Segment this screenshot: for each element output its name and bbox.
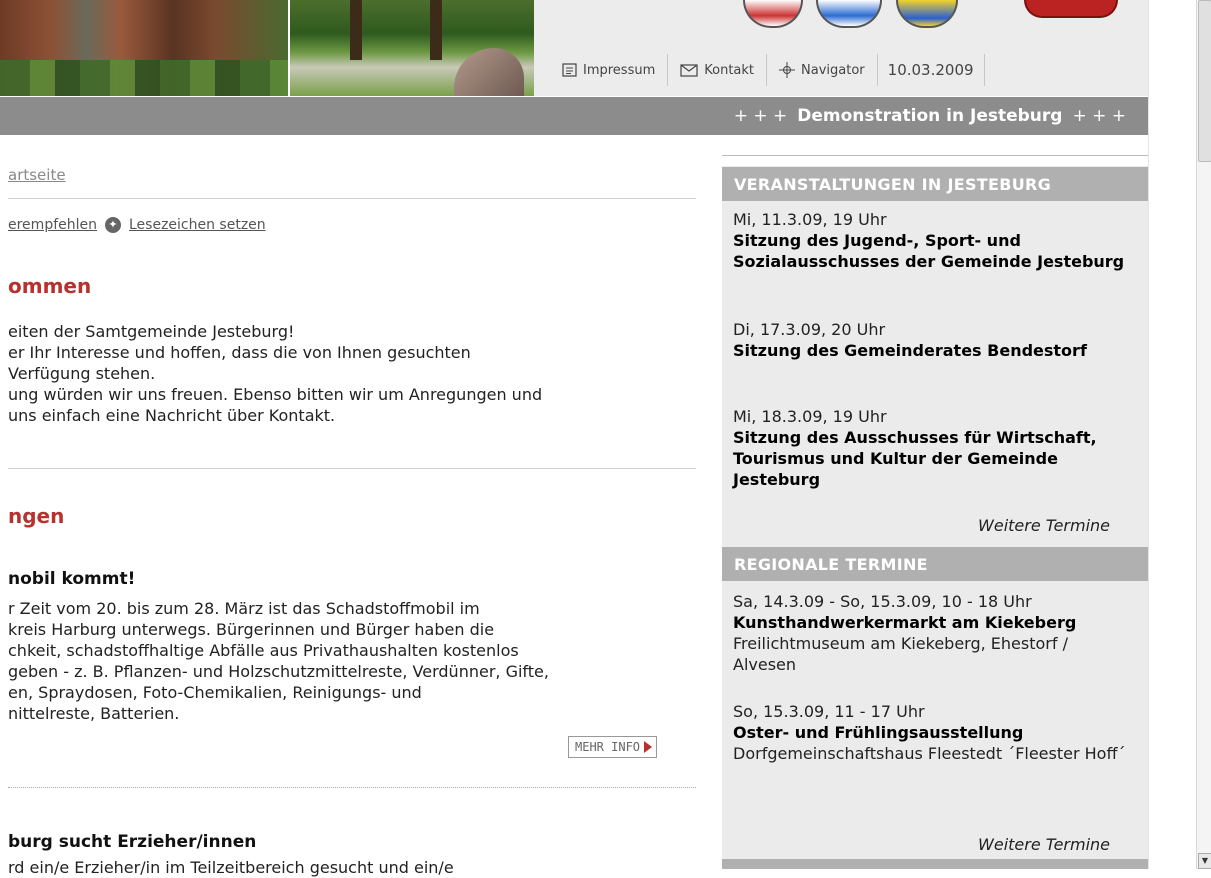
welcome-line: Verfügung stehen. (8, 364, 156, 383)
divider (8, 198, 696, 199)
article-title[interactable]: nobil kommt! (8, 569, 135, 589)
header-photo-rock (454, 48, 524, 96)
impressum-label: Impressum (583, 62, 656, 78)
crosshair-icon (779, 62, 796, 78)
header-right-panel: Impressum Kontakt Navigator 10.03.2009 (534, 0, 1148, 96)
navigator-link[interactable]: Navigator (767, 54, 878, 86)
page-edge-line (1148, 0, 1149, 869)
welcome-text: eiten der Samtgemeinde Jesteburg! er Ihr… (8, 321, 698, 426)
crest-icon[interactable] (743, 0, 803, 28)
welcome-line: eiten der Samtgemeinde Jesteburg! (8, 322, 295, 341)
news-heading: ngen (8, 504, 65, 528)
welcome-line: uns einfach eine Nachricht über Kontakt. (8, 406, 336, 425)
regional-item[interactable]: Sa, 14.3.09 - So, 15.3.09, 10 - 18 Uhr K… (733, 591, 1133, 675)
more-info-label: MEHR INFO (575, 740, 641, 754)
bookmark-link[interactable]: Lesezeichen setzen (129, 217, 266, 233)
events-heading: VERANSTALTUNGEN IN JESTEBURG (722, 167, 1148, 201)
crest-icon[interactable] (816, 0, 882, 28)
sidebar: VERANSTALTUNGEN IN JESTEBURG Mi, 11.3.09… (722, 155, 1148, 869)
regional-item[interactable]: So, 15.3.09, 11 - 17 Uhr Oster- und Früh… (733, 701, 1133, 764)
welcome-line: er Ihr Interesse und hoffen, dass die vo… (8, 343, 471, 362)
kontakt-link[interactable]: Kontakt (668, 54, 768, 86)
news-ticker[interactable]: + + + Demonstration in Jesteburg + + + (0, 97, 1148, 135)
article-line: geben - z. B. Pflanzen- und Holzschutzmi… (8, 662, 549, 681)
regional-date: Sa, 14.3.09 - So, 15.3.09, 10 - 18 Uhr (733, 592, 1032, 611)
article-title[interactable]: burg sucht Erzieher/innen (8, 832, 256, 852)
arrow-right-icon (644, 741, 653, 753)
article-line: rd ein/e Erzieher/in im Teilzeitbereich … (8, 858, 454, 877)
welcome-heading: ommen (8, 274, 92, 298)
crest-icon[interactable] (896, 0, 958, 28)
regional-location: Dorfgemeinschaftshaus Fleestedt ´Fleeste… (733, 744, 1126, 763)
header-photo-park (290, 0, 534, 96)
document-icon (562, 63, 577, 77)
regional-location: Freilichtmuseum am Kiekeberg, Ehestorf /… (733, 634, 1068, 674)
more-events-link[interactable]: Weitere Termine (978, 516, 1110, 535)
star-icon: ✦ (105, 217, 121, 233)
article-line: kreis Harburg unterwegs. Bürgerinnen und… (8, 620, 495, 639)
kontakt-label: Kontakt (704, 62, 755, 78)
ticker-headline[interactable]: Demonstration in Jesteburg (797, 106, 1062, 126)
article-text: rd ein/e Erzieher/in im Teilzeitbereich … (8, 857, 698, 878)
header-toolbar: Impressum Kontakt Navigator 10.03.2009 (550, 54, 1105, 86)
current-date: 10.03.2009 (887, 61, 974, 79)
event-title[interactable]: Sitzung des Ausschusses für Wirtschaft, … (733, 427, 1133, 490)
sidebar-bottom-edge (722, 859, 1148, 869)
event-date: Mi, 11.3.09, 19 Uhr (733, 210, 887, 229)
regional-date: So, 15.3.09, 11 - 17 Uhr (733, 702, 925, 721)
crest-icon[interactable] (1024, 0, 1118, 18)
breadcrumb-home-link[interactable]: artseite (8, 166, 66, 184)
regional-heading: REGIONALE TERMINE (722, 547, 1148, 581)
article-line: nittelreste, Batterien. (8, 704, 180, 723)
event-date: Di, 17.3.09, 20 Uhr (733, 320, 886, 339)
event-date: Mi, 18.3.09, 19 Uhr (733, 407, 887, 426)
article-line: r Zeit vom 20. bis zum 28. März ist das … (8, 599, 480, 618)
divider (8, 787, 696, 788)
toolbar-end (983, 54, 1105, 86)
regional-title[interactable]: Kunsthandwerkermarkt am Kiekeberg (733, 612, 1133, 633)
header-photo-church (0, 0, 288, 96)
article-text: r Zeit vom 20. bis zum 28. März ist das … (8, 598, 698, 724)
event-item[interactable]: Mi, 18.3.09, 19 Uhr Sitzung des Ausschus… (733, 406, 1133, 490)
main-content: artseite erempfehlen ✦ Lesezeichen setze… (0, 135, 700, 877)
scrollbar-thumb[interactable] (1198, 0, 1211, 162)
event-title[interactable]: Sitzung des Jugend-, Sport- und Sozialau… (733, 230, 1133, 272)
recommend-link[interactable]: erempfehlen (8, 217, 97, 233)
ticker-plus-left: + + + (733, 106, 788, 126)
event-item[interactable]: Mi, 11.3.09, 19 Uhr Sitzung des Jugend-,… (733, 209, 1133, 272)
envelope-icon (680, 63, 698, 77)
more-regional-link[interactable]: Weitere Termine (978, 835, 1110, 854)
more-info-button[interactable]: MEHR INFO (568, 736, 658, 758)
divider (8, 468, 696, 469)
tree-trunk (350, 0, 362, 60)
ticker-plus-right: + + + (1072, 106, 1126, 126)
welcome-line: ung würden wir uns freuen. Ebenso bitten… (8, 385, 543, 404)
article-line: en, Spraydosen, Foto-Chemikalien, Reinig… (8, 683, 422, 702)
tree-trunk (430, 0, 442, 60)
article-line: chkeit, schadstoffhaltige Abfälle aus Pr… (8, 641, 519, 660)
event-title[interactable]: Sitzung des Gemeinderates Bendestorf (733, 340, 1133, 361)
regional-title[interactable]: Oster- und Frühlingsausstellung (733, 722, 1133, 743)
event-item[interactable]: Di, 17.3.09, 20 Uhr Sitzung des Gemeinde… (733, 319, 1133, 361)
navigator-label: Navigator (801, 62, 865, 78)
scroll-down-icon[interactable]: ▼ (1198, 853, 1211, 869)
vertical-scrollbar[interactable]: ▼ (1196, 0, 1211, 869)
header-photo-bushes (0, 60, 288, 96)
impressum-link[interactable]: Impressum (550, 54, 669, 86)
page-actions: erempfehlen ✦ Lesezeichen setzen (8, 217, 266, 233)
sidebar-top-edge (722, 155, 1148, 166)
